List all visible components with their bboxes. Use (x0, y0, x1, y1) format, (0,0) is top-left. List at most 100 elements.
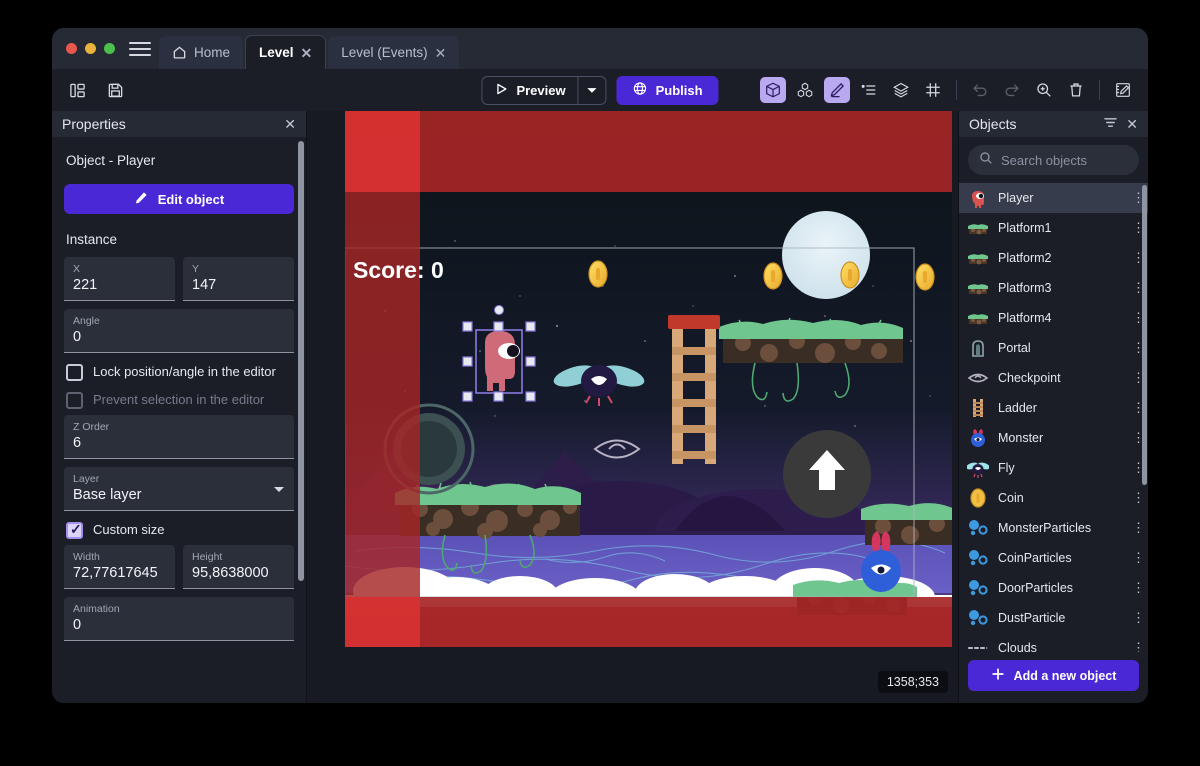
custom-size-checkbox[interactable] (66, 521, 83, 539)
instances-list-icon[interactable] (856, 77, 882, 103)
object-list-item-ladder[interactable]: Ladder ⋮ (959, 393, 1148, 423)
object-list-item-clouds[interactable]: Clouds ⋮ (959, 633, 1148, 652)
hamburger-menu-icon[interactable] (129, 28, 151, 69)
tab-level-events[interactable]: Level (Events) ✕ (328, 36, 460, 69)
width-field[interactable]: Width 72,77617645 (64, 545, 175, 589)
object-list-item-coinparticles[interactable]: CoinParticles ⋮ (959, 543, 1148, 573)
toolbar-left-group (64, 77, 128, 103)
z-order-field[interactable]: Z Order 6 (64, 415, 294, 459)
overlay-top (345, 111, 952, 192)
object-list-item-platform3[interactable]: Platform3 ⋮ (959, 273, 1148, 303)
undo-icon[interactable] (967, 77, 993, 103)
kebab-menu-icon[interactable]: ⋮ (1132, 221, 1145, 234)
animation-field[interactable]: Animation 0 (64, 597, 294, 641)
pencil-edit-icon[interactable] (824, 77, 850, 103)
edit-object-label: Edit object (157, 191, 225, 207)
properties-scrollbar[interactable] (298, 141, 304, 581)
objects-blocks-icon[interactable] (792, 77, 818, 103)
add-new-object-button[interactable]: Add a new object (968, 660, 1139, 691)
tab-level-events-close-icon[interactable]: ✕ (435, 46, 447, 60)
lock-position-checkbox-row[interactable]: Lock position/angle in the editor (66, 363, 294, 381)
object-list-item-monster[interactable]: Monster ⋮ (959, 423, 1148, 453)
position-fields-row: X 221 Y 147 (64, 257, 294, 301)
kebab-menu-icon[interactable]: ⋮ (1132, 281, 1145, 294)
object-list-item-fly[interactable]: Fly ⋮ (959, 453, 1148, 483)
search-input[interactable]: Search objects (968, 145, 1139, 175)
object-list-item-player[interactable]: Player ⋮ (959, 183, 1148, 213)
tab-level-close-icon[interactable]: ✕ (301, 46, 313, 60)
kebab-menu-icon[interactable]: ⋮ (1132, 461, 1145, 474)
trash-icon[interactable] (1063, 77, 1089, 103)
object-list-item-label: DoorParticles (998, 581, 1074, 595)
object-list-item-checkpoint[interactable]: Checkpoint ⋮ (959, 363, 1148, 393)
object-list-item-label: Platform1 (998, 221, 1052, 235)
edit-object-button[interactable]: Edit object (64, 184, 294, 214)
window-controls (52, 28, 129, 69)
zoom-icon[interactable] (1031, 77, 1057, 103)
preview-button[interactable]: Preview (482, 77, 577, 104)
panel-layout-icon[interactable] (64, 77, 90, 103)
kebab-menu-icon[interactable]: ⋮ (1132, 641, 1145, 652)
object-list-item-portal[interactable]: Portal ⋮ (959, 333, 1148, 363)
object-list-item-platform4[interactable]: Platform4 ⋮ (959, 303, 1148, 333)
platform-thumb (967, 247, 989, 269)
kebab-menu-icon[interactable]: ⋮ (1132, 521, 1145, 534)
angle-field[interactable]: Angle 0 (64, 309, 294, 353)
save-icon[interactable] (102, 77, 128, 103)
object-list-item-platform2[interactable]: Platform2 ⋮ (959, 243, 1148, 273)
kebab-menu-icon[interactable]: ⋮ (1132, 251, 1145, 264)
publish-button[interactable]: Publish (616, 75, 719, 105)
object-list-item-coin[interactable]: Coin ⋮ (959, 483, 1148, 513)
objects-scrollbar[interactable] (1142, 185, 1147, 485)
minimize-window-button[interactable] (85, 43, 96, 54)
properties-panel-header: Properties ✕ (52, 111, 306, 137)
tab-home[interactable]: Home (159, 36, 244, 69)
object-list-item-dustparticle[interactable]: DustParticle ⋮ (959, 603, 1148, 633)
prevent-selection-checkbox-row[interactable]: Prevent selection in the editor (66, 391, 294, 409)
height-field[interactable]: Height 95,8638000 (183, 545, 294, 589)
properties-close-icon[interactable]: ✕ (284, 116, 296, 133)
custom-size-checkbox-row[interactable]: Custom size (66, 521, 294, 539)
edit-scene-icon[interactable] (1110, 77, 1136, 103)
scene-canvas-area[interactable]: Score: 0 1358;353 (307, 111, 958, 703)
properties-title: Properties (62, 116, 126, 132)
kebab-menu-icon[interactable]: ⋮ (1132, 341, 1145, 354)
properties-content: Object - Player Edit object Instance X 2… (52, 137, 306, 703)
clouds-thumb (967, 637, 989, 652)
object-list-item-label: DustParticle (998, 611, 1066, 625)
object-list-item-platform1[interactable]: Platform1 ⋮ (959, 213, 1148, 243)
kebab-menu-icon[interactable]: ⋮ (1132, 431, 1145, 444)
kebab-menu-icon[interactable]: ⋮ (1132, 191, 1145, 204)
kebab-menu-icon[interactable]: ⋮ (1132, 311, 1145, 324)
scene-viewport[interactable]: Score: 0 (345, 111, 952, 647)
maximize-window-button[interactable] (104, 43, 115, 54)
y-field[interactable]: Y 147 (183, 257, 294, 301)
kebab-menu-icon[interactable]: ⋮ (1132, 491, 1145, 504)
object-list-item-label: Platform3 (998, 281, 1052, 295)
x-field[interactable]: X 221 (64, 257, 175, 301)
tab-level[interactable]: Level ✕ (245, 35, 327, 69)
kebab-menu-icon[interactable]: ⋮ (1132, 371, 1145, 384)
cursor-coordinates: 1358;353 (877, 671, 948, 693)
preview-dropdown-button[interactable] (577, 76, 606, 104)
lock-position-checkbox[interactable] (66, 364, 83, 381)
close-window-button[interactable] (66, 43, 77, 54)
main-body: Properties ✕ Object - Player Edit object… (52, 111, 1148, 703)
kebab-menu-icon[interactable]: ⋮ (1132, 551, 1145, 564)
layers-icon[interactable] (888, 77, 914, 103)
kebab-menu-icon[interactable]: ⋮ (1132, 611, 1145, 624)
prevent-selection-checkbox[interactable] (66, 392, 83, 409)
redo-icon[interactable] (999, 77, 1025, 103)
plus-icon (991, 667, 1005, 684)
cube-3d-icon[interactable] (760, 77, 786, 103)
object-list-item-doorparticles[interactable]: DoorParticles ⋮ (959, 573, 1148, 603)
kebab-menu-icon[interactable]: ⋮ (1132, 401, 1145, 414)
objects-close-icon[interactable]: ✕ (1126, 116, 1138, 133)
kebab-menu-icon[interactable]: ⋮ (1132, 581, 1145, 594)
grid-icon[interactable] (920, 77, 946, 103)
objects-panel-header: Objects ✕ (959, 111, 1148, 137)
filter-icon[interactable] (1103, 116, 1118, 132)
objects-list[interactable]: Player ⋮ Platform1 ⋮ Platform2 ⋮ Platform3 ⋮ Pla… (959, 183, 1148, 652)
object-list-item-monsterparticles[interactable]: MonsterParticles ⋮ (959, 513, 1148, 543)
layer-select[interactable]: Layer Base layer (64, 467, 294, 511)
